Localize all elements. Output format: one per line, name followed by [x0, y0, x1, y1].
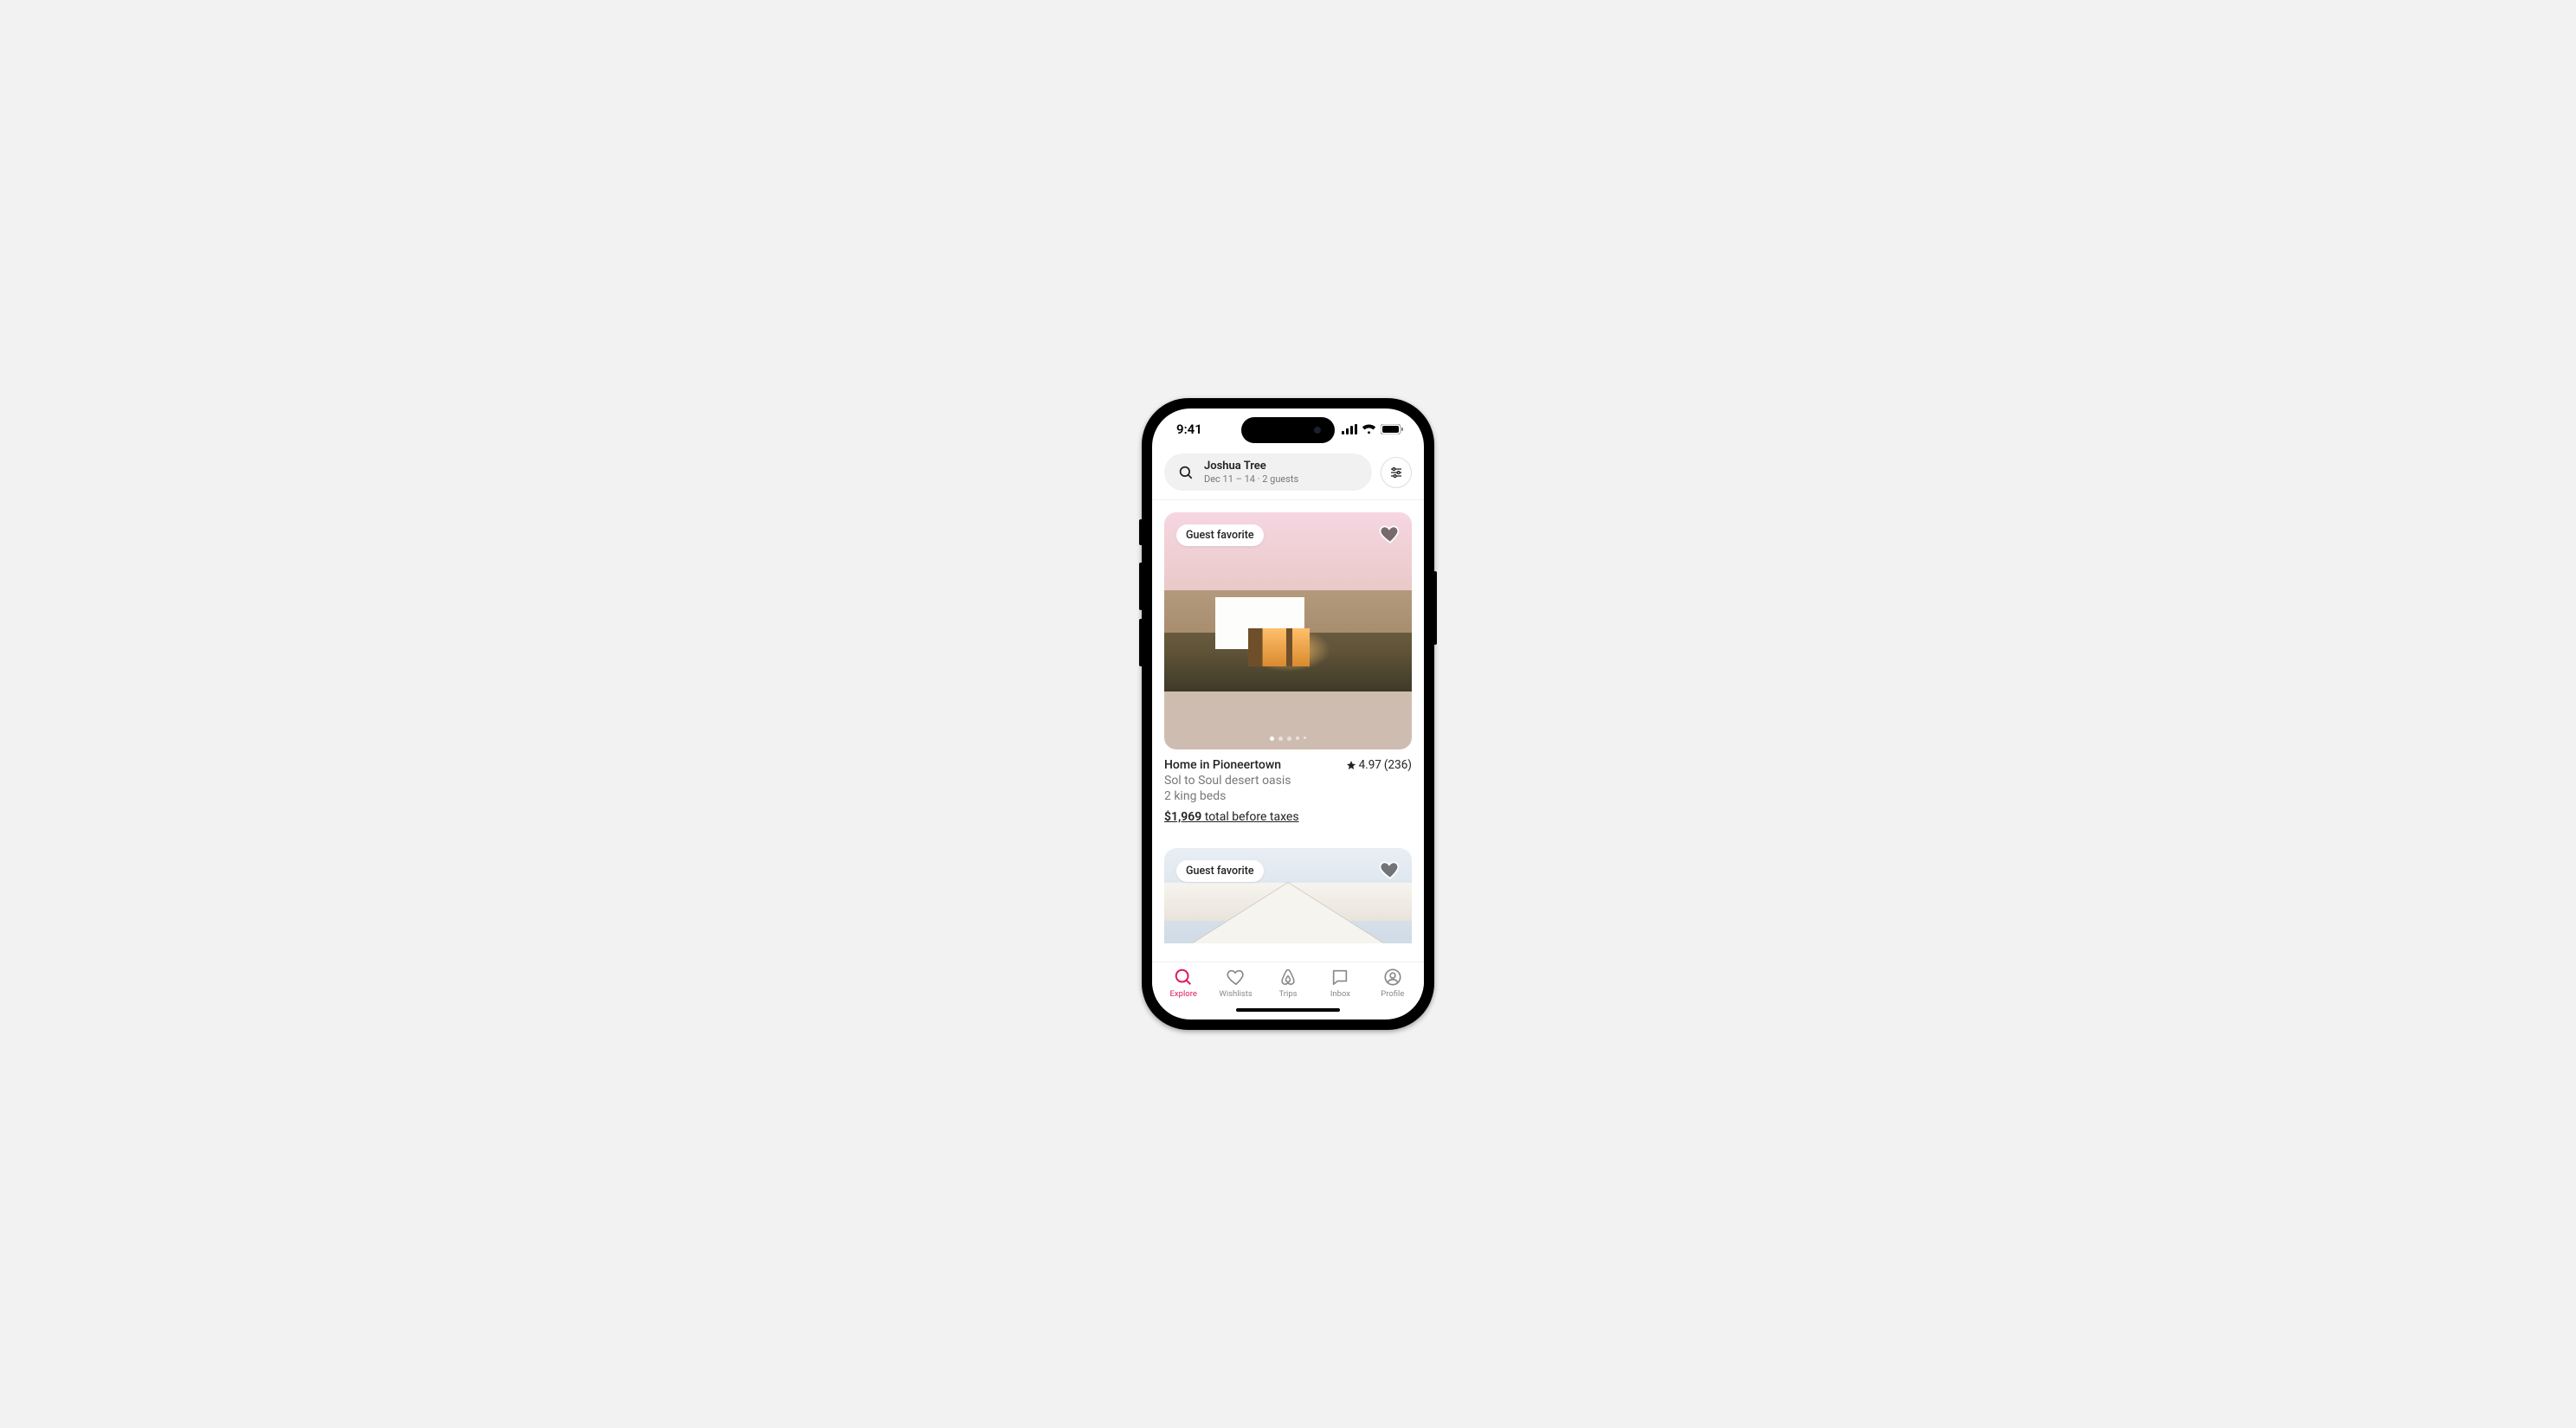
listing-card[interactable]: Guest favorite — [1164, 848, 1412, 943]
airbnb-logo-icon — [1278, 968, 1298, 987]
search-details: Dec 11 – 14 · 2 guests — [1204, 473, 1298, 485]
photo-pager — [1164, 737, 1412, 741]
guest-favorite-badge: Guest favorite — [1176, 860, 1264, 882]
tab-profile[interactable]: Profile — [1367, 968, 1419, 999]
tab-label: Trips — [1278, 989, 1297, 999]
status-time: 9:41 — [1176, 421, 1202, 437]
profile-icon — [1383, 968, 1402, 987]
search-pill[interactable]: Joshua Tree Dec 11 – 14 · 2 guests — [1164, 453, 1372, 491]
volume-down-button — [1139, 619, 1143, 666]
phone-frame: 9:41 — [1142, 398, 1434, 1030]
volume-up-button — [1139, 563, 1143, 610]
power-button — [1433, 571, 1437, 645]
listing-tagline: Sol to Soul desert oasis — [1164, 774, 1412, 788]
volume-silence-button — [1139, 519, 1143, 545]
battery-icon — [1381, 424, 1403, 434]
tab-label: Explore — [1170, 989, 1197, 999]
listing-title: Home in Pioneertown — [1164, 758, 1281, 772]
wishlist-heart-button[interactable] — [1379, 859, 1401, 884]
listing-photo[interactable]: Guest favorite — [1164, 512, 1412, 749]
cellular-icon — [1342, 424, 1357, 434]
tab-inbox[interactable]: Inbox — [1314, 968, 1366, 999]
search-icon — [1174, 968, 1193, 987]
search-location: Joshua Tree — [1204, 460, 1298, 473]
star-icon — [1346, 760, 1356, 770]
dynamic-island — [1241, 417, 1335, 443]
wifi-icon — [1362, 424, 1376, 434]
tab-label: Inbox — [1330, 989, 1350, 999]
guest-favorite-badge: Guest favorite — [1176, 524, 1264, 546]
search-icon — [1178, 465, 1194, 480]
filter-button[interactable] — [1381, 457, 1412, 488]
tab-explore[interactable]: Explore — [1157, 968, 1209, 999]
bottom-tab-bar: Explore Wishlists Trips Inbox — [1152, 962, 1424, 1000]
screen: 9:41 — [1152, 408, 1424, 1020]
chat-icon — [1330, 968, 1349, 987]
listing-beds: 2 king beds — [1164, 789, 1412, 803]
tab-label: Profile — [1381, 989, 1404, 999]
filter-icon — [1389, 466, 1403, 479]
listing-price[interactable]: $1,969 total before taxes — [1164, 810, 1299, 824]
wishlist-heart-button[interactable] — [1379, 523, 1401, 549]
tab-wishlists[interactable]: Wishlists — [1209, 968, 1261, 999]
listing-meta: Home in Pioneertown 4.97 (236) Sol to So… — [1164, 749, 1412, 824]
listing-rating: 4.97 (236) — [1346, 758, 1412, 772]
heart-icon — [1379, 859, 1401, 881]
tab-trips[interactable]: Trips — [1262, 968, 1314, 999]
front-camera-icon — [1314, 427, 1321, 434]
tab-label: Wishlists — [1219, 989, 1252, 999]
search-bar-row: Joshua Tree Dec 11 – 14 · 2 guests — [1152, 450, 1424, 500]
listing-photo[interactable]: Guest favorite — [1164, 848, 1412, 943]
heart-icon — [1227, 968, 1246, 987]
heart-icon — [1379, 523, 1401, 545]
home-indicator[interactable] — [1152, 1000, 1424, 1020]
listing-scroll[interactable]: Guest favorite Home in Pioneertown — [1152, 500, 1424, 962]
listing-card[interactable]: Guest favorite Home in Pioneertown — [1164, 512, 1412, 824]
